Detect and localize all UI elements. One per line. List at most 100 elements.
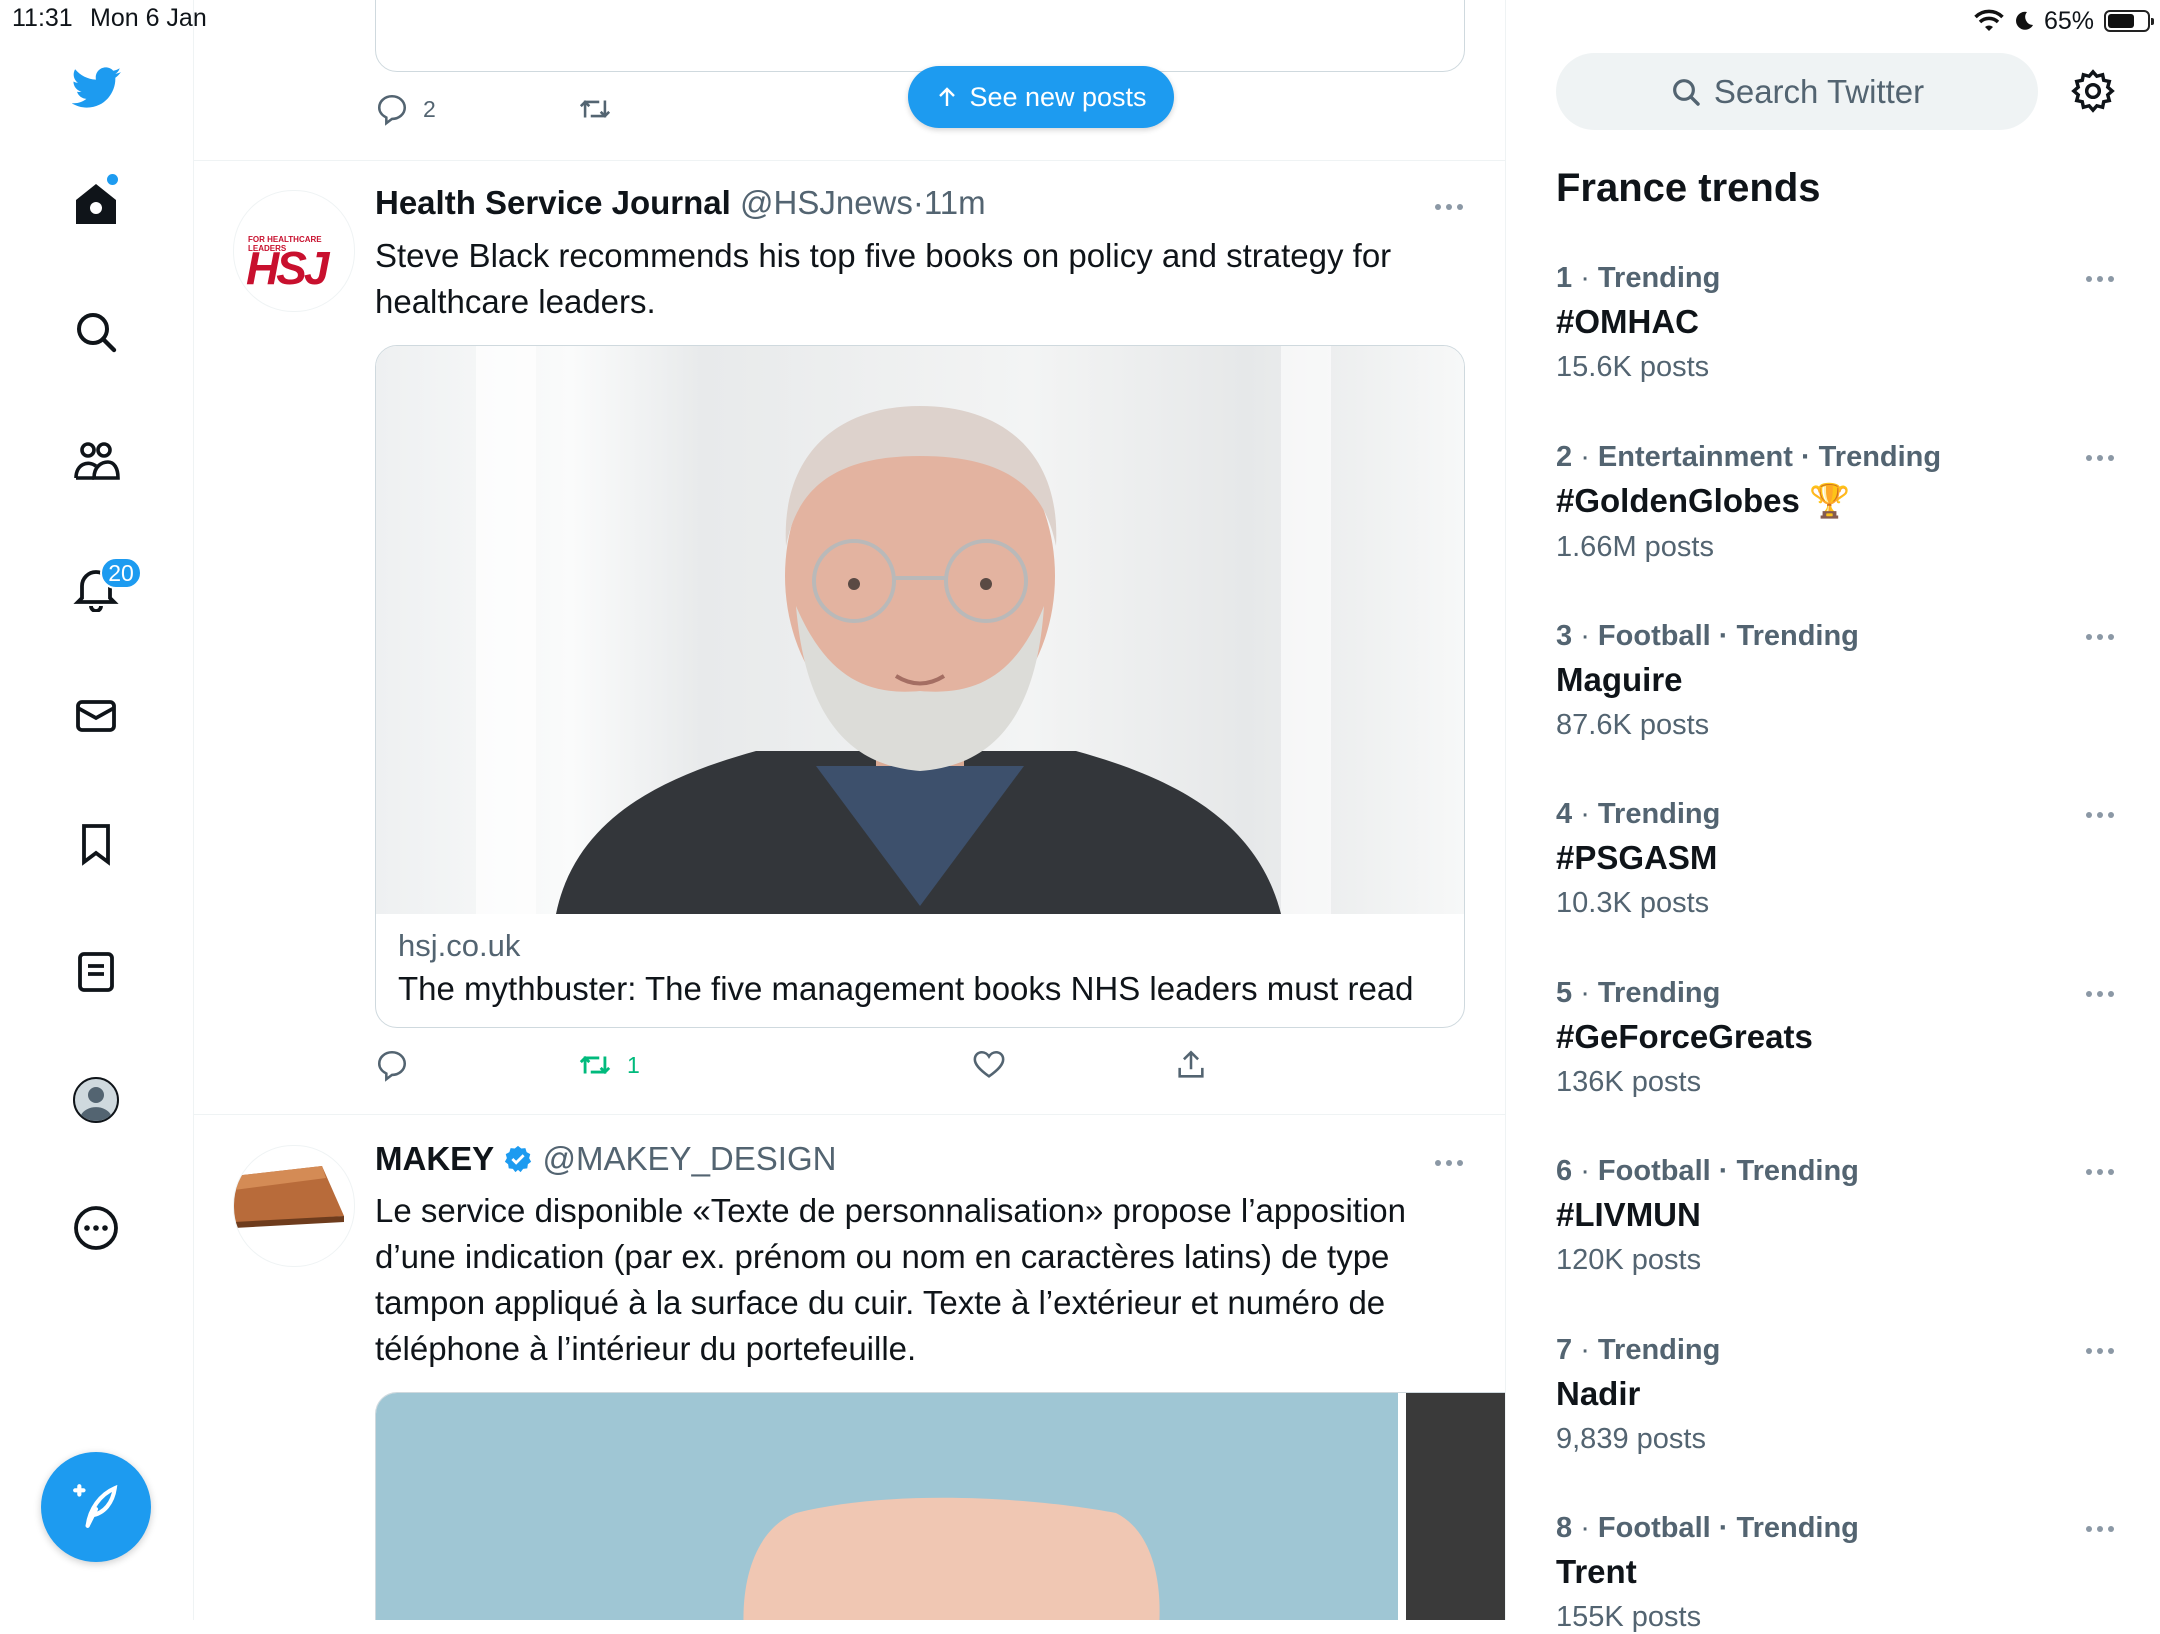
reply-count: 2 xyxy=(423,95,436,122)
hsj-avatar[interactable]: FOR HEALTHCARE LEADERS HSJ xyxy=(233,190,355,312)
trend-item[interactable]: 7 · Trending Nadir 9,839 posts xyxy=(1556,1334,2116,1456)
trend-item[interactable]: 1 · Trending #OMHAC 15.6K posts xyxy=(1556,262,2116,384)
see-new-posts-button[interactable]: See new posts xyxy=(908,66,1174,128)
trend-category: Entertainment · Trending xyxy=(1597,441,1942,473)
tweet-time[interactable]: 11m xyxy=(924,184,986,221)
trend-more-icon[interactable] xyxy=(2086,812,2116,820)
trend-count: 9,839 posts xyxy=(1556,1423,1706,1455)
notifications-badge: 20 xyxy=(100,557,142,589)
hsj-logo-text: HSJ xyxy=(246,242,330,294)
trend-count: 120K posts xyxy=(1556,1244,1702,1276)
trend-item[interactable]: 5 · Trending #GeForceGreats 136K posts xyxy=(1556,977,2116,1099)
more-icon[interactable] xyxy=(72,1204,120,1252)
trend-name: #OMHAC xyxy=(1556,303,2116,341)
share-icon xyxy=(1178,1050,1204,1078)
lists-icon[interactable] xyxy=(72,948,120,996)
compose-icon xyxy=(73,1484,118,1528)
trend-item[interactable]: 8 · Football · Trending Trent 155K posts xyxy=(1556,1512,2116,1634)
like-action[interactable] xyxy=(972,1048,1006,1082)
trend-more-icon[interactable] xyxy=(2086,634,2116,642)
trend-more-icon[interactable] xyxy=(2086,991,2116,999)
trend-more-icon[interactable] xyxy=(2086,276,2116,284)
tweet-text: Steve Black recommends his top five book… xyxy=(375,237,1392,320)
trend-rank-separator: · xyxy=(1572,1512,1598,1544)
trend-category: Football · Trending xyxy=(1597,1155,1859,1187)
trend-item[interactable]: 4 · Trending #PSGASM 10.3K posts xyxy=(1556,798,2116,920)
tweet-header: MAKEY @MAKEY_DESIGN xyxy=(375,1140,836,1178)
share-action[interactable] xyxy=(1174,1048,1208,1082)
trend-rank: 1 xyxy=(1556,262,1573,294)
trend-name: Nadir xyxy=(1556,1375,2116,1413)
compose-button[interactable] xyxy=(41,1452,151,1562)
reply-action[interactable] xyxy=(375,1048,409,1082)
trend-meta: 2 · Entertainment · Trending xyxy=(1556,441,2116,474)
search-icon[interactable] xyxy=(72,308,120,356)
home-icon[interactable] xyxy=(72,180,120,228)
media-card[interactable] xyxy=(375,1392,1505,1620)
trend-rank: 8 xyxy=(1556,1512,1573,1544)
trend-item[interactable]: 3 · Football · Trending Maguire 87.6K post… xyxy=(1556,620,2116,742)
tweet-more-icon[interactable] xyxy=(1435,204,1465,212)
trend-name-text: #PSGASM xyxy=(1556,839,1718,876)
trend-count: 1.66M posts xyxy=(1556,531,1714,563)
trend-item[interactable]: 6 · Football · Trending #LIVMUN 120K posts xyxy=(1556,1155,2116,1277)
link-card[interactable]: hsj.co.uk The mythbuster: The five manag… xyxy=(375,345,1465,1028)
communities-icon[interactable] xyxy=(72,436,120,484)
like-icon xyxy=(973,1050,1005,1078)
reply-action[interactable]: 2 xyxy=(375,92,436,126)
trend-name-text: #GoldenGlobes xyxy=(1556,482,1800,519)
trend-more-icon[interactable] xyxy=(2086,1169,2116,1177)
card-title: The mythbuster: The five management book… xyxy=(398,970,1414,1007)
trend-count: 10.3K posts xyxy=(1556,887,1710,919)
trend-category: Trending xyxy=(1597,262,1721,294)
trend-name: #PSGASM xyxy=(1556,839,2116,877)
trend-meta: 3 · Football · Trending xyxy=(1556,620,2116,653)
trend-rank: 4 xyxy=(1556,798,1573,830)
trend-count: 155K posts xyxy=(1556,1601,1702,1633)
trend-category: Trending xyxy=(1597,1334,1721,1366)
arrow-up-icon xyxy=(939,87,956,106)
trend-meta: 7 · Trending xyxy=(1556,1334,2116,1367)
trend-name: Trent xyxy=(1556,1553,2116,1591)
makey-avatar[interactable] xyxy=(233,1145,355,1267)
trend-rank: 5 xyxy=(1556,977,1573,1009)
trend-item[interactable]: 2 · Entertainment · Trending #GoldenGlobe… xyxy=(1556,441,2116,564)
card-domain: hsj.co.uk xyxy=(398,928,521,963)
author-name[interactable]: Health Service Journal xyxy=(375,184,731,221)
timeline[interactable]: 2 See new posts FOR HEALTHCARE LEADERS H… xyxy=(193,0,1506,1620)
mail-icon[interactable] xyxy=(72,692,120,740)
settings-icon[interactable] xyxy=(2070,68,2116,114)
retweet-action[interactable]: 1 xyxy=(577,1048,640,1082)
trend-rank-separator: · xyxy=(1572,1155,1598,1187)
prev-tweet-card[interactable] xyxy=(375,0,1465,72)
trend-more-icon[interactable] xyxy=(2086,1526,2116,1534)
author-name[interactable]: MAKEY xyxy=(375,1140,494,1177)
home-unread-dot xyxy=(107,174,118,185)
profile-icon[interactable] xyxy=(72,1076,120,1124)
retweet-action[interactable] xyxy=(577,92,613,126)
trend-more-icon[interactable] xyxy=(2086,1348,2116,1356)
reply-icon xyxy=(377,94,407,126)
trend-category: Trending xyxy=(1597,798,1721,830)
trend-meta: 8 · Football · Trending xyxy=(1556,1512,2116,1545)
bookmark-icon[interactable] xyxy=(72,820,120,868)
trend-rank-separator: · xyxy=(1572,798,1598,830)
author-handle[interactable]: @HSJnews xyxy=(740,184,913,221)
reply-icon xyxy=(377,1050,407,1082)
see-new-posts-label: See new posts xyxy=(969,81,1147,112)
search-input[interactable]: Search Twitter xyxy=(1556,53,2038,130)
tweet-more-icon[interactable] xyxy=(1435,1160,1465,1168)
trend-more-icon[interactable] xyxy=(2086,455,2116,463)
trend-count: 15.6K posts xyxy=(1556,351,1710,383)
trend-rank: 2 xyxy=(1556,441,1573,473)
retweet-icon xyxy=(579,1055,611,1075)
trend-count: 136K posts xyxy=(1556,1066,1702,1098)
twitter-logo-icon[interactable] xyxy=(72,66,122,114)
trend-rank-separator: · xyxy=(1572,1334,1598,1366)
verified-icon xyxy=(505,1145,532,1173)
trend-name-text: #LIVMUN xyxy=(1556,1196,1701,1233)
right-sidebar: Search Twitter France trends 1 · Trendin… xyxy=(1506,0,2160,1633)
trend-rank-separator: · xyxy=(1572,262,1598,294)
media-image-2 xyxy=(1406,1393,1505,1620)
author-handle[interactable]: @MAKEY_DESIGN xyxy=(543,1140,837,1177)
